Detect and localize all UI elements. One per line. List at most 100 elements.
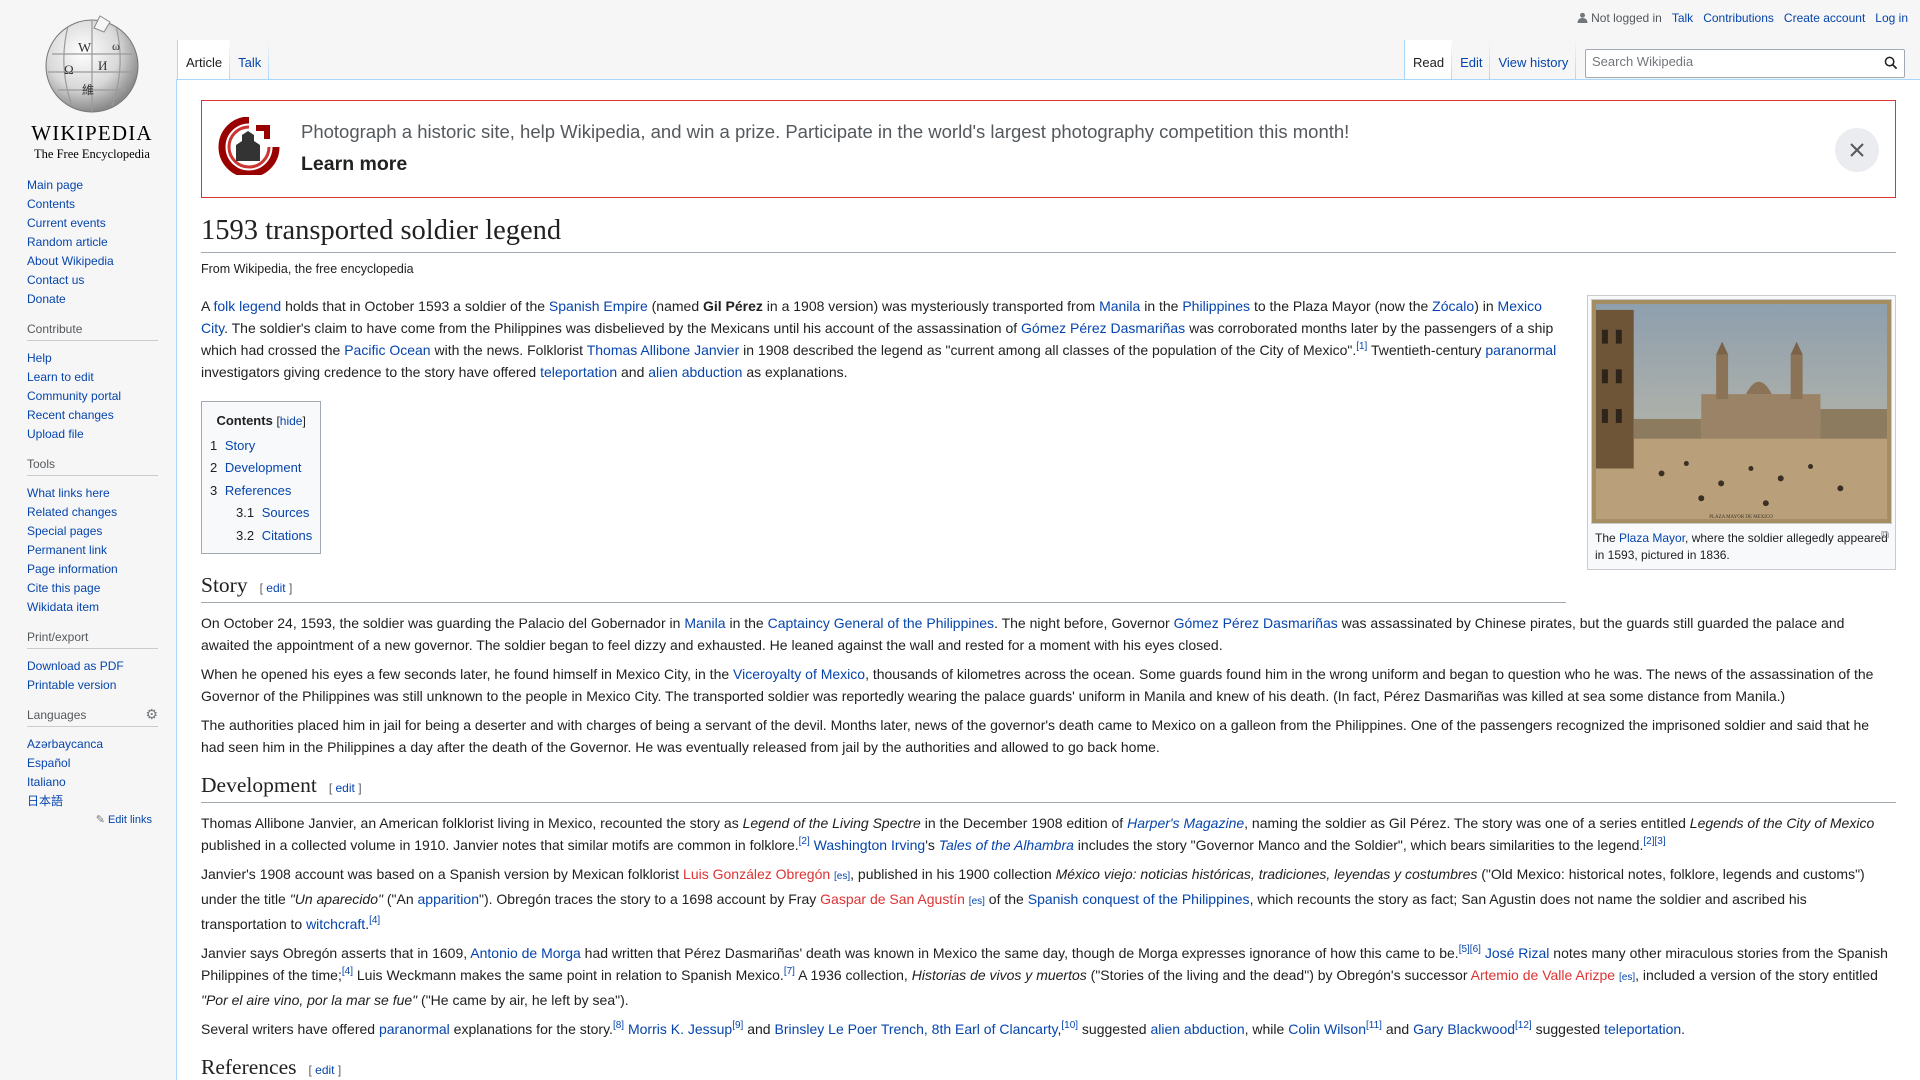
citation-ref[interactable]: [2][3]	[1643, 836, 1665, 847]
wikilink[interactable]: alien abduction	[1150, 1021, 1244, 1037]
toc-item-sources[interactable]: 3.1 Sources	[210, 502, 312, 525]
sidebar-item-contact[interactable]: Contact us	[27, 271, 176, 290]
wikilink[interactable]: apparition	[418, 891, 480, 907]
sidebar-item-recent-changes[interactable]: Recent changes	[27, 406, 176, 425]
wikilink[interactable]: teleportation	[540, 364, 617, 380]
wikilink[interactable]: Tales of the Alhambra	[939, 837, 1074, 853]
wikilink[interactable]: alien abduction	[648, 364, 742, 380]
sidebar-item-random-article[interactable]: Random article	[27, 233, 176, 252]
sidebar-item-cite-this-page[interactable]: Cite this page	[27, 579, 176, 598]
citation-ref[interactable]: [10]	[1061, 1020, 1078, 1031]
wikipedia-logo[interactable]: W Ω И ω 維 WIKIPEDIA The Free Encyclopedi…	[24, 14, 160, 162]
gear-icon[interactable]: ⚙	[145, 706, 158, 723]
wikilink[interactable]: teleportation	[1604, 1021, 1681, 1037]
citation-ref[interactable]: [12]	[1515, 1020, 1532, 1031]
wikilink[interactable]: folk legend	[213, 298, 281, 314]
sidebar-item-current-events[interactable]: Current events	[27, 214, 176, 233]
edit-links[interactable]: ✎ Edit links	[27, 813, 152, 826]
sidebar-item-lang-ja[interactable]: 日本語	[27, 792, 176, 811]
wikilink[interactable]: Philippines	[1182, 298, 1250, 314]
tab-view-history[interactable]: View history	[1490, 40, 1577, 80]
wikilink[interactable]: Viceroyalty of Mexico	[733, 666, 865, 682]
sidebar-item-permanent-link[interactable]: Permanent link	[27, 541, 176, 560]
toc-item-references[interactable]: 3 References	[210, 480, 312, 503]
sidebar-item-main-page[interactable]: Main page	[27, 176, 176, 195]
wikilink[interactable]: paranormal	[1485, 342, 1556, 358]
edit-section-references[interactable]: edit	[315, 1063, 334, 1077]
wikilink[interactable]: Captaincy General of the Philippines	[768, 615, 994, 631]
sidebar-item-download-pdf[interactable]: Download as PDF	[27, 657, 176, 676]
wikilink[interactable]: José Rizal	[1485, 945, 1550, 961]
toc-item-story[interactable]: 1 Story	[210, 435, 312, 458]
tab-talk[interactable]: Talk	[230, 40, 270, 80]
sidebar-item-lang-az[interactable]: Azərbaycanca	[27, 735, 176, 754]
wikilink[interactable]: paranormal	[379, 1021, 450, 1037]
contributions-link[interactable]: Contributions	[1703, 11, 1774, 25]
sidebar-item-upload-file[interactable]: Upload file	[27, 425, 176, 444]
sidebar-item-special-pages[interactable]: Special pages	[27, 522, 176, 541]
wikilink[interactable]: Thomas Allibone Janvier	[587, 342, 740, 358]
citation-ref[interactable]: [4]	[342, 966, 353, 977]
sidebar-item-lang-es[interactable]: Español	[27, 754, 176, 773]
interlanguage-link[interactable]: [es]	[1619, 972, 1635, 983]
sidebar-item-donate[interactable]: Donate	[27, 290, 176, 309]
search-icon[interactable]	[1884, 56, 1898, 70]
sidebar-item-about[interactable]: About Wikipedia	[27, 252, 176, 271]
sidebar-item-lang-it[interactable]: Italiano	[27, 773, 176, 792]
wikilink[interactable]: Morris K. Jessup	[628, 1021, 732, 1037]
search-input[interactable]: Search Wikipedia	[1585, 49, 1905, 78]
talk-link[interactable]: Talk	[1672, 11, 1693, 25]
sidebar-item-what-links-here[interactable]: What links here	[27, 484, 176, 503]
wikilink[interactable]: Manila	[1099, 298, 1140, 314]
citation-ref[interactable]: [1]	[1356, 341, 1367, 352]
wikilink[interactable]: Spanish Empire	[549, 298, 648, 314]
wikilink[interactable]: witchcraft	[306, 916, 365, 932]
sidebar-item-contents[interactable]: Contents	[27, 195, 176, 214]
learn-more-link[interactable]: Learn more	[301, 153, 1895, 176]
log-in-link[interactable]: Log in	[1875, 11, 1908, 25]
enlarge-icon[interactable]: ⧉	[1881, 527, 1889, 544]
sidebar-item-learn-to-edit[interactable]: Learn to edit	[27, 368, 176, 387]
sidebar-item-printable-version[interactable]: Printable version	[27, 676, 176, 695]
redlink[interactable]: Luis González Obregón	[683, 866, 830, 882]
redlink[interactable]: Artemio de Valle Arizpe	[1471, 967, 1615, 983]
wikilink[interactable]: Manila	[684, 615, 725, 631]
wikilink[interactable]: Gary Blackwood	[1413, 1021, 1515, 1037]
wikilink[interactable]: Harper's Magazine	[1127, 815, 1244, 831]
toc-item-development[interactable]: 2 Development	[210, 457, 312, 480]
citation-ref[interactable]: [11]	[1366, 1020, 1382, 1031]
citation-ref[interactable]: [2]	[799, 836, 810, 847]
citation-ref[interactable]: [5][6]	[1459, 944, 1481, 955]
citation-ref[interactable]: [7]	[784, 966, 795, 977]
sidebar-item-community-portal[interactable]: Community portal	[27, 387, 176, 406]
citation-ref[interactable]: [8]	[613, 1020, 624, 1031]
sidebar-item-page-information[interactable]: Page information	[27, 560, 176, 579]
plaza-mayor-image[interactable]: PLAZA MAYOR DE MEXICO	[1591, 299, 1892, 525]
wikilink[interactable]: Washington Irving	[814, 837, 926, 853]
wikilink[interactable]: Antonio de Morga	[470, 945, 581, 961]
toc-hide-link[interactable]: hide	[280, 414, 303, 428]
wikilink[interactable]: Gómez Pérez Dasmariñas	[1021, 320, 1185, 336]
interlanguage-link[interactable]: [es]	[834, 871, 850, 882]
sidebar-item-help[interactable]: Help	[27, 349, 176, 368]
redlink[interactable]: Gaspar de San Agustín	[820, 891, 965, 907]
wikilink[interactable]: Spanish conquest of the Philippines	[1028, 891, 1250, 907]
create-account-link[interactable]: Create account	[1784, 11, 1865, 25]
sidebar-item-related-changes[interactable]: Related changes	[27, 503, 176, 522]
edit-section-story[interactable]: edit	[266, 581, 285, 595]
citation-ref[interactable]: [9]	[732, 1020, 743, 1031]
citation-ref[interactable]: [4]	[369, 915, 380, 926]
tab-read[interactable]: Read	[1404, 40, 1453, 80]
plaza-mayor-link[interactable]: Plaza Mayor	[1619, 531, 1685, 545]
tab-edit[interactable]: Edit	[1452, 40, 1491, 80]
tab-article[interactable]: Article	[177, 40, 231, 80]
close-banner-button[interactable]	[1835, 128, 1879, 172]
wikilink[interactable]: Gómez Pérez Dasmariñas	[1174, 615, 1338, 631]
wikilink[interactable]: Zócalo	[1432, 298, 1474, 314]
wikilink[interactable]: Brinsley Le Poer Trench, 8th Earl of Cla…	[774, 1021, 1057, 1037]
wikilink[interactable]: Pacific Ocean	[344, 342, 430, 358]
sidebar-item-wikidata-item[interactable]: Wikidata item	[27, 598, 176, 617]
edit-section-development[interactable]: edit	[336, 781, 355, 795]
wikilink[interactable]: Colin Wilson	[1288, 1021, 1366, 1037]
toc-item-citations[interactable]: 3.2 Citations	[210, 525, 312, 548]
